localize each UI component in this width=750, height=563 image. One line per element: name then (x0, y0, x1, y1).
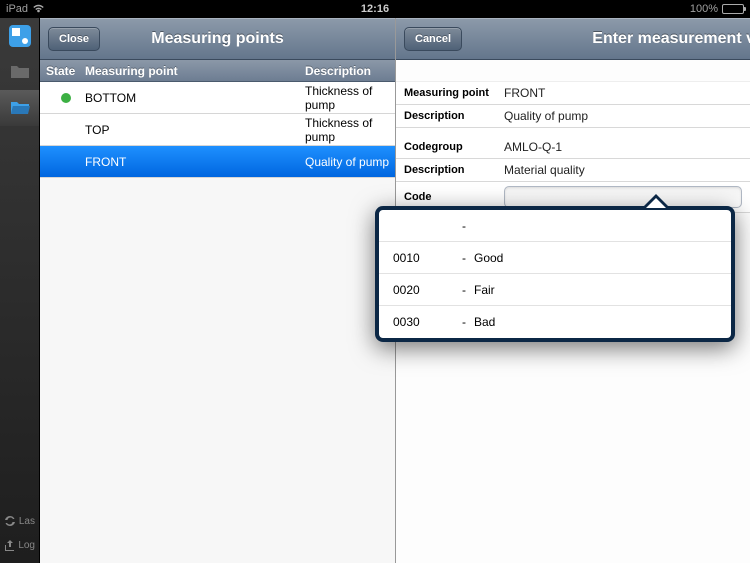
table-row[interactable]: FRONT Quality of pump (40, 146, 395, 178)
popover-arrow-icon (642, 194, 670, 208)
clock: 12:16 (361, 3, 389, 15)
value-codegroup: AMLO-Q-1 (504, 140, 562, 154)
app-icon (9, 25, 31, 47)
label-code: Code (404, 191, 504, 203)
code-label: Bad (474, 315, 731, 329)
table-row[interactable]: TOP Thickness of pump (40, 114, 395, 146)
battery-percent: 100% (690, 3, 718, 15)
value-measuring-point: FRONT (504, 86, 545, 100)
points-list-header: State Measuring point Description (40, 60, 395, 82)
label-description: Description (404, 110, 504, 122)
list-item[interactable]: - (379, 210, 731, 242)
cancel-button[interactable]: Cancel (404, 27, 462, 51)
battery-icon (722, 4, 744, 14)
points-list: BOTTOM Thickness of pump TOP Thickness o… (40, 82, 395, 178)
table-row[interactable]: BOTTOM Thickness of pump (40, 82, 395, 114)
form-row-codegroup: Codegroup AMLO-Q-1 (396, 136, 750, 159)
form-row-description1: Description Quality of pump (396, 105, 750, 128)
dash: - (454, 283, 474, 297)
label-codegroup: Codegroup (404, 141, 504, 153)
code-picker-list: - 0010 - Good 0020 - Fair 0030 - Bad (375, 206, 735, 342)
code-value: 0010 (379, 251, 454, 265)
row-point: BOTTOM (85, 91, 305, 105)
sidebar-item-folder-open[interactable] (0, 90, 39, 126)
measuring-points-panel: Close Measuring points State Measuring p… (40, 18, 395, 563)
code-picker-popover: - 0010 - Good 0020 - Fair 0030 - Bad (375, 206, 735, 342)
sidebar-item-app[interactable] (0, 18, 39, 54)
wifi-icon (32, 4, 45, 14)
form-row-measuring-point: Measuring point FRONT (396, 82, 750, 105)
value-description: Quality of pump (504, 109, 588, 123)
close-button[interactable]: Close (48, 27, 100, 51)
row-desc: Quality of pump (305, 155, 395, 169)
list-item[interactable]: 0010 - Good (379, 242, 731, 274)
row-desc: Thickness of pump (305, 116, 395, 144)
value-description2: Material quality (504, 163, 585, 177)
code-label: Fair (474, 283, 731, 297)
code-value: 0030 (379, 315, 454, 329)
row-point: FRONT (85, 155, 305, 169)
sync-icon (4, 515, 15, 527)
status-bar: iPad 12:16 100% (0, 0, 750, 18)
label-measuring-point: Measuring point (404, 87, 504, 99)
dash: - (454, 251, 474, 265)
column-description: Description (305, 64, 395, 78)
label-description2: Description (404, 164, 504, 176)
row-point: TOP (85, 123, 305, 137)
points-title: Measuring points (151, 30, 283, 48)
points-header: Close Measuring points (40, 18, 395, 60)
form-header: Cancel Enter measurement v (396, 18, 750, 60)
form-title: Enter measurement v (592, 30, 750, 48)
log-label: Log (18, 540, 35, 551)
folder-open-icon (10, 100, 30, 116)
column-state: State (40, 64, 85, 78)
dash: - (454, 219, 474, 233)
folder-icon (10, 64, 30, 80)
code-label: Good (474, 251, 731, 265)
column-point: Measuring point (85, 64, 305, 78)
code-input[interactable] (504, 186, 742, 208)
row-desc: Thickness of pump (305, 84, 395, 112)
status-dot-ok (61, 93, 71, 103)
sidebar-log[interactable]: Log (0, 533, 39, 557)
list-item[interactable]: 0020 - Fair (379, 274, 731, 306)
list-item[interactable]: 0030 - Bad (379, 306, 731, 338)
sync-label: Las (19, 516, 35, 527)
carrier-label: iPad (6, 3, 28, 15)
dash: - (454, 315, 474, 329)
code-value: 0020 (379, 283, 454, 297)
form-body: Measuring point FRONT Description Qualit… (396, 82, 750, 213)
app-sidebar: Las Log (0, 18, 40, 563)
sidebar-sync[interactable]: Las (0, 509, 39, 533)
sidebar-item-folder[interactable] (0, 54, 39, 90)
form-row-description2: Description Material quality (396, 159, 750, 182)
export-icon (4, 539, 14, 551)
